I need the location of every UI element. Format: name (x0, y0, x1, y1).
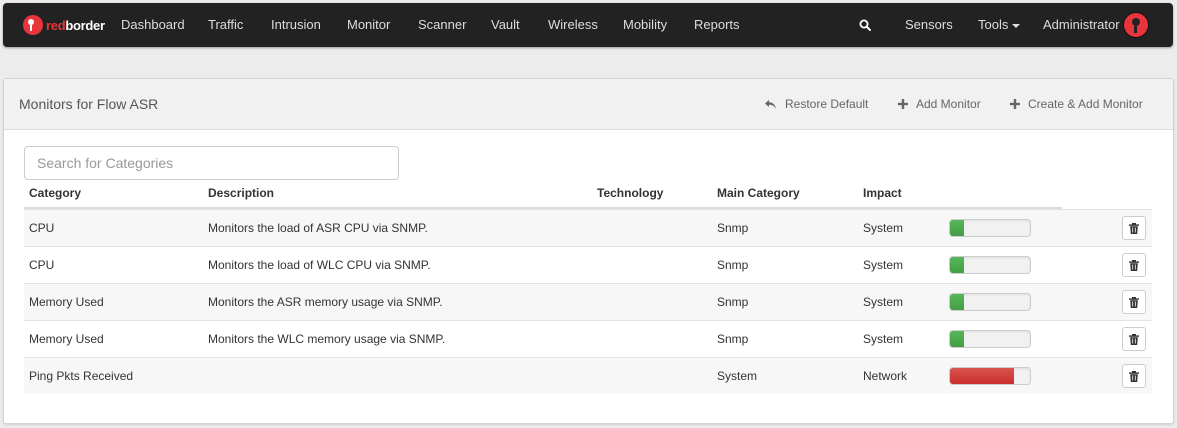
add-monitor-label: Add Monitor (916, 97, 981, 111)
table-row: CPU Monitors the load of ASR CPU via SNM… (24, 209, 1152, 246)
nav-monitor[interactable]: Monitor (347, 17, 390, 32)
impact-cell: System (863, 258, 904, 272)
nav-dashboard[interactable]: Dashboard (121, 17, 185, 32)
category-cell: CPU (29, 221, 55, 235)
main-category-cell: Snmp (717, 295, 749, 309)
category-cell: Memory Used (29, 332, 104, 346)
nav-tools-dropdown[interactable]: Tools (978, 17, 1021, 32)
main-category-cell: System (717, 369, 758, 383)
delete-button[interactable] (1122, 253, 1146, 277)
main-category-cell: Snmp (717, 332, 749, 346)
trash-icon (1129, 370, 1139, 382)
category-cell: Memory Used (29, 295, 104, 309)
brand-name-red: red (46, 17, 66, 33)
description-cell: Monitors the load of WLC CPU via SNMP. (208, 258, 431, 272)
monitors-panel: Monitors for Flow ASR Restore Default Ad… (3, 78, 1174, 424)
nav-user-menu[interactable]: Administrator (1043, 17, 1120, 32)
nav-vault[interactable]: Vault (491, 17, 520, 32)
nav-wireless[interactable]: Wireless (548, 17, 598, 32)
impact-level-fill (950, 331, 965, 347)
delete-button[interactable] (1122, 364, 1146, 388)
impact-cell: Network (863, 369, 908, 383)
delete-button[interactable] (1122, 327, 1146, 351)
category-cell: CPU (29, 258, 55, 272)
column-header-main-category[interactable]: Main Category (717, 186, 800, 200)
impact-cell: System (863, 332, 904, 346)
brand-logo[interactable]: redborder (23, 13, 105, 37)
impact-level-fill (950, 294, 965, 310)
table-row: Memory Used Monitors the WLC memory usag… (24, 320, 1152, 357)
redborder-logo-icon (23, 15, 43, 35)
nav-scanner[interactable]: Scanner (418, 17, 466, 32)
column-header-technology[interactable]: Technology (597, 186, 663, 200)
create-add-monitor-label: Create & Add Monitor (1028, 97, 1143, 111)
column-header-description[interactable]: Description (208, 186, 274, 200)
nav-reports[interactable]: Reports (694, 17, 740, 32)
avatar[interactable] (1123, 12, 1149, 38)
plus-icon (1010, 99, 1020, 109)
main-category-cell: Snmp (717, 221, 749, 235)
add-monitor-button[interactable]: Add Monitor (898, 97, 981, 111)
delete-button[interactable] (1122, 216, 1146, 240)
brand-name-white: border (65, 17, 105, 33)
impact-level-bar (949, 367, 1031, 385)
chevron-down-icon (1012, 23, 1021, 28)
restore-default-label: Restore Default (785, 97, 869, 111)
description-cell: Monitors the load of ASR CPU via SNMP. (208, 221, 428, 235)
nav-sensors[interactable]: Sensors (905, 17, 953, 32)
search-icon[interactable] (859, 19, 871, 31)
undo-icon (765, 99, 776, 109)
impact-level-fill (950, 257, 965, 273)
impact-level-bar (949, 330, 1031, 348)
impact-level-fill (950, 220, 965, 236)
column-header-category[interactable]: Category (29, 186, 81, 200)
trash-icon (1129, 333, 1139, 345)
main-category-cell: Snmp (717, 258, 749, 272)
table-row: CPU Monitors the load of WLC CPU via SNM… (24, 246, 1152, 283)
table-row: Ping Pkts Received System Network (24, 357, 1152, 394)
delete-button[interactable] (1122, 290, 1146, 314)
trash-icon (1129, 259, 1139, 271)
nav-traffic[interactable]: Traffic (208, 17, 243, 32)
column-header-impact[interactable]: Impact (863, 186, 902, 200)
impact-cell: System (863, 221, 904, 235)
description-cell: Monitors the WLC memory usage via SNMP. (208, 332, 446, 346)
create-add-monitor-button[interactable]: Create & Add Monitor (1010, 97, 1143, 111)
nav-tools-label: Tools (978, 17, 1009, 32)
impact-level-bar (949, 219, 1031, 237)
search-categories-input[interactable] (24, 146, 399, 180)
panel-header: Monitors for Flow ASR Restore Default Ad… (4, 79, 1173, 130)
category-cell: Ping Pkts Received (29, 369, 134, 383)
nav-mobility[interactable]: Mobility (623, 17, 667, 32)
impact-level-bar (949, 293, 1031, 311)
plus-icon (898, 99, 908, 109)
restore-default-button[interactable]: Restore Default (764, 97, 868, 111)
impact-level-bar (949, 256, 1031, 274)
impact-level-fill (950, 368, 1014, 384)
trash-icon (1129, 296, 1139, 308)
top-navbar: redborder Dashboard Traffic Intrusion Mo… (3, 3, 1173, 47)
impact-cell: System (863, 295, 904, 309)
trash-icon (1129, 222, 1139, 234)
table-row: Memory Used Monitors the ASR memory usag… (24, 283, 1152, 320)
panel-title: Monitors for Flow ASR (19, 96, 159, 112)
description-cell: Monitors the ASR memory usage via SNMP. (208, 295, 443, 309)
nav-intrusion[interactable]: Intrusion (271, 17, 321, 32)
